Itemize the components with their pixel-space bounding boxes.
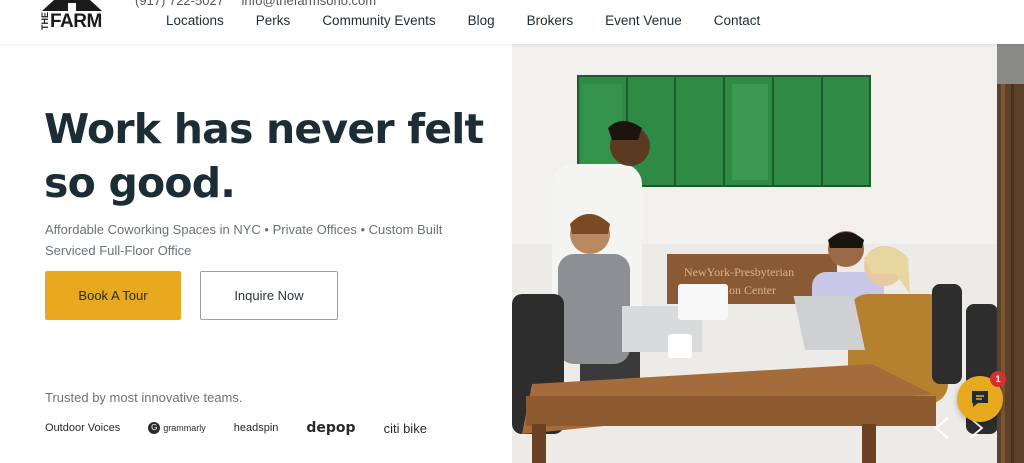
logo-small-text: THE (40, 12, 50, 30)
headline-line-1: Work has never felt (44, 105, 484, 153)
nav-locations[interactable]: Locations (166, 13, 224, 28)
headspin-logo: headspin (233, 422, 279, 434)
main-nav: Locations Perks Community Events Blog Br… (166, 13, 792, 28)
hero-headline: Work has never felt so good. (44, 102, 494, 210)
citibike-logo: citi bike (383, 420, 427, 436)
nav-community-events[interactable]: Community Events (322, 13, 435, 28)
client-logos: Outdoor Voices G grammarly headspin depo… (45, 420, 455, 436)
hero-subtext: Affordable Coworking Spaces in NYC • Pri… (45, 222, 443, 258)
nav-perks[interactable]: Perks (256, 13, 291, 28)
logo-main-text: FARM (50, 11, 102, 32)
chat-bubble-icon (972, 391, 988, 407)
chevron-left-icon (934, 417, 949, 439)
trusted-by-label: Trusted by most innovative teams. (45, 390, 243, 405)
headline-line-2: so good. (44, 159, 236, 207)
photo-sign-text-1: NewYork-Presbyterian (684, 265, 794, 279)
grammarly-g-icon: G (148, 422, 161, 434)
hero-photo: NewYork-Presbyterian ation Center (512, 44, 998, 463)
nav-brokers[interactable]: Brokers (527, 13, 574, 28)
chat-notification-badge: 1 (990, 371, 1006, 387)
inquire-now-button[interactable]: Inquire Now (200, 271, 338, 320)
book-a-tour-button[interactable]: Book A Tour (45, 271, 181, 320)
nav-contact[interactable]: Contact (714, 13, 761, 28)
site-header: THE FARM (917) 722-5027 info@thefarmsoho… (0, 0, 1024, 44)
nav-event-venue[interactable]: Event Venue (605, 13, 682, 28)
slider-prev-button[interactable] (928, 414, 956, 442)
grammarly-logo-text: grammarly (163, 423, 206, 433)
depop-logo: depop (306, 420, 356, 436)
the-farm-logo[interactable]: THE FARM (38, 0, 106, 34)
coworking-scene-illustration: NewYork-Presbyterian ation Center (512, 44, 998, 463)
contact-info: (917) 722-5027 info@thefarmsoho.com (135, 0, 390, 8)
grammarly-logo: G grammarly (148, 422, 206, 434)
outdoor-voices-logo: Outdoor Voices (45, 422, 121, 434)
phone-link[interactable]: (917) 722-5027 (135, 0, 224, 8)
nav-blog[interactable]: Blog (468, 13, 495, 28)
email-link[interactable]: info@thefarmsoho.com (242, 0, 377, 8)
